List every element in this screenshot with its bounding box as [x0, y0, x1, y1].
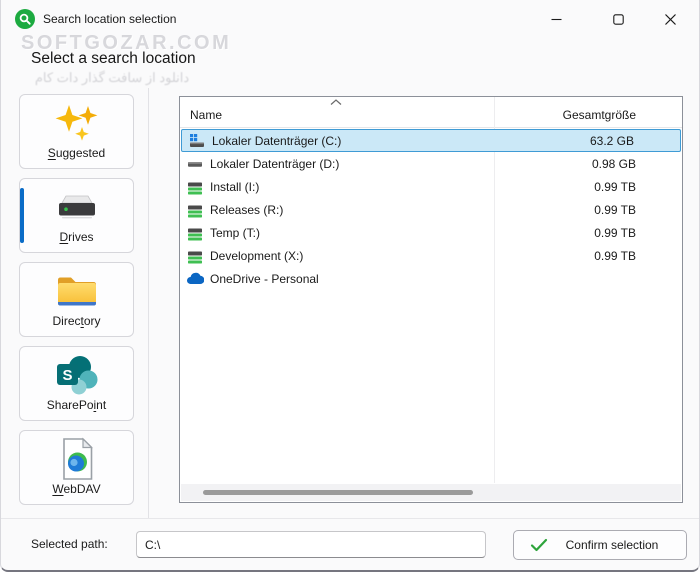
- list-row-onedrive[interactable]: OneDrive - Personal: [180, 267, 682, 290]
- svg-text:S: S: [62, 367, 72, 384]
- location-list: Name Gesamtgröße Lokaler Datenträger (C:…: [179, 96, 683, 503]
- sidebar-item-label: Drives: [20, 230, 133, 244]
- list-row-drive-r[interactable]: Releases (R:) 0.99 TB: [180, 198, 682, 221]
- footer-bar: Selected path: Confirm selection: [1, 518, 699, 570]
- sort-ascending-icon: [330, 99, 342, 105]
- list-row-drive-i[interactable]: Install (I:) 0.99 TB: [180, 175, 682, 198]
- column-header-name[interactable]: Name: [190, 108, 222, 122]
- windows-drive-icon: [189, 133, 205, 149]
- list-row-drive-t[interactable]: Temp (T:) 0.99 TB: [180, 221, 682, 244]
- window-title: Search location selection: [43, 12, 176, 26]
- search-app-icon: [15, 9, 35, 29]
- close-button[interactable]: [647, 0, 693, 38]
- check-icon: [530, 538, 548, 552]
- sidebar-item-suggested[interactable]: Suggested: [19, 94, 134, 169]
- webdav-icon: [58, 437, 96, 481]
- onedrive-icon: [186, 271, 204, 287]
- confirm-selection-button[interactable]: Confirm selection: [513, 530, 687, 560]
- sidebar-item-drives[interactable]: Drives: [19, 178, 134, 253]
- sidebar-item-directory[interactable]: Directory: [19, 262, 134, 337]
- selected-path-label: Selected path:: [31, 537, 108, 551]
- sidebar-item-label: Suggested: [20, 146, 133, 160]
- sidebar-divider: [148, 88, 149, 518]
- sidebar-item-label: SharePoint: [20, 398, 133, 412]
- sidebar-item-sharepoint[interactable]: S SharePoint: [19, 346, 134, 421]
- local-drive-icon: [187, 156, 203, 172]
- sidebar-item-label: WebDAV: [20, 482, 133, 496]
- sparkles-icon: [54, 102, 100, 144]
- maximize-button[interactable]: [595, 0, 641, 38]
- title-bar[interactable]: Search location selection: [1, 0, 699, 38]
- sharepoint-icon: S: [54, 354, 100, 396]
- folder-icon: [54, 272, 100, 310]
- selected-path-input[interactable]: [136, 531, 486, 558]
- network-drive-icon: [187, 202, 203, 218]
- confirm-selection-label: Confirm selection: [548, 538, 686, 552]
- network-drive-icon: [187, 248, 203, 264]
- column-header-size[interactable]: Gesamtgröße: [563, 108, 636, 122]
- sidebar-item-label: Directory: [20, 314, 133, 328]
- network-drive-icon: [187, 225, 203, 241]
- drive-icon: [54, 192, 100, 222]
- minimize-icon: [551, 14, 562, 25]
- sidebar-item-webdav[interactable]: WebDAV: [19, 430, 134, 505]
- horizontal-scrollbar-track[interactable]: [181, 484, 681, 501]
- maximize-icon: [613, 14, 624, 25]
- list-rows: Lokaler Datenträger (C:) 63.2 GB Lokaler…: [180, 129, 682, 290]
- close-icon: [665, 14, 676, 25]
- list-row-drive-c[interactable]: Lokaler Datenträger (C:) 63.2 GB: [181, 129, 681, 152]
- list-row-drive-d[interactable]: Lokaler Datenträger (D:) 0.98 GB: [180, 152, 682, 175]
- network-drive-icon: [187, 179, 203, 195]
- watermark-subtext: دانلود از سافت گذار دات کام: [23, 70, 201, 86]
- list-header: Name Gesamtgröße: [180, 97, 682, 128]
- page-title: Select a search location: [31, 50, 196, 68]
- list-row-drive-x[interactable]: Development (X:) 0.99 TB: [180, 244, 682, 267]
- dialog-window: Search location selection SOFTGOZAR.COM …: [0, 0, 700, 572]
- minimize-button[interactable]: [533, 0, 579, 38]
- horizontal-scrollbar-thumb[interactable]: [203, 490, 473, 495]
